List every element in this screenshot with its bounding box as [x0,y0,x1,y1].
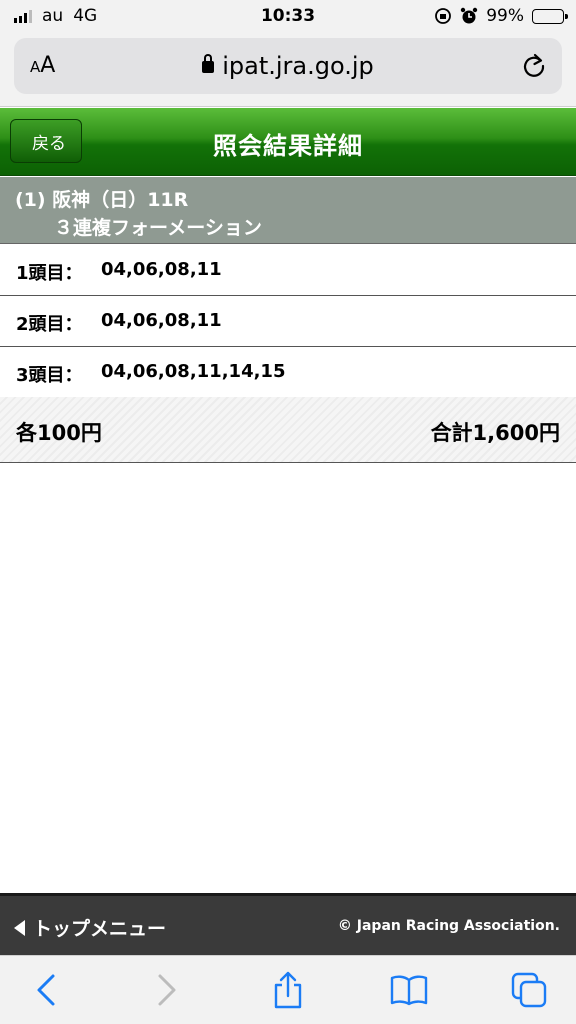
selection-row-2: 2頭目： 04,06,08,11 [0,296,576,347]
selection-row-3: 3頭目： 04,06,08,11,14,15 [0,347,576,398]
selection-value: 04,06,08,11 [101,310,222,331]
orientation-lock-icon [435,8,452,24]
top-menu-link[interactable]: トップメニュー [14,914,166,941]
copyright: © Japan Racing Association. [337,918,560,934]
page-title: 照会結果詳細 [213,132,363,160]
selection-row-1: 1頭目： 04,06,08,11 [0,245,576,296]
status-bar: au 4G 10:33 99% [0,0,576,34]
reload-icon[interactable] [520,52,548,80]
forward-icon[interactable] [146,970,186,1010]
browser-url-area: AA ipat.jra.go.jp [0,34,576,107]
selection-label: 3頭目： [16,365,83,386]
selection-label: 1頭目： [16,263,83,284]
selection-value: 04,06,08,11 [101,259,222,280]
unit-amount: 各100円 [16,421,102,445]
bet-type: ３連複フォーメーション [54,217,262,239]
url-display[interactable]: ipat.jra.go.jp [14,52,562,80]
alarm-icon [461,7,478,24]
battery-icon [532,8,568,24]
race-info: (1) 阪神（日）11R ３連複フォーメーション [0,177,576,244]
total-amount: 合計1,600円 [430,421,560,445]
url-text: ipat.jra.go.jp [222,52,374,80]
selection-value: 04,06,08,11,14,15 [101,361,286,382]
race-title: (1) 阪神（日）11R [15,189,189,211]
title-bar: 戻る 照会結果詳細 [0,108,576,176]
back-triangle-icon [14,919,25,936]
selection-label: 2頭目： [16,314,83,335]
top-menu-label: トップメニュー [33,918,167,940]
back-icon[interactable] [27,970,67,1010]
status-right: 99% [434,6,568,26]
site-footer: トップメニュー © Japan Racing Association. [0,893,576,955]
amount-summary: 各100円 合計1,600円 [0,397,576,463]
share-icon[interactable] [268,970,308,1010]
back-button[interactable]: 戻る [10,119,82,163]
lock-icon [202,54,215,73]
browser-toolbar [0,955,576,1024]
tabs-icon[interactable] [509,970,549,1010]
address-bar[interactable]: AA ipat.jra.go.jp [14,38,562,94]
bookmarks-icon[interactable] [389,970,429,1010]
battery-percent: 99% [486,6,524,26]
